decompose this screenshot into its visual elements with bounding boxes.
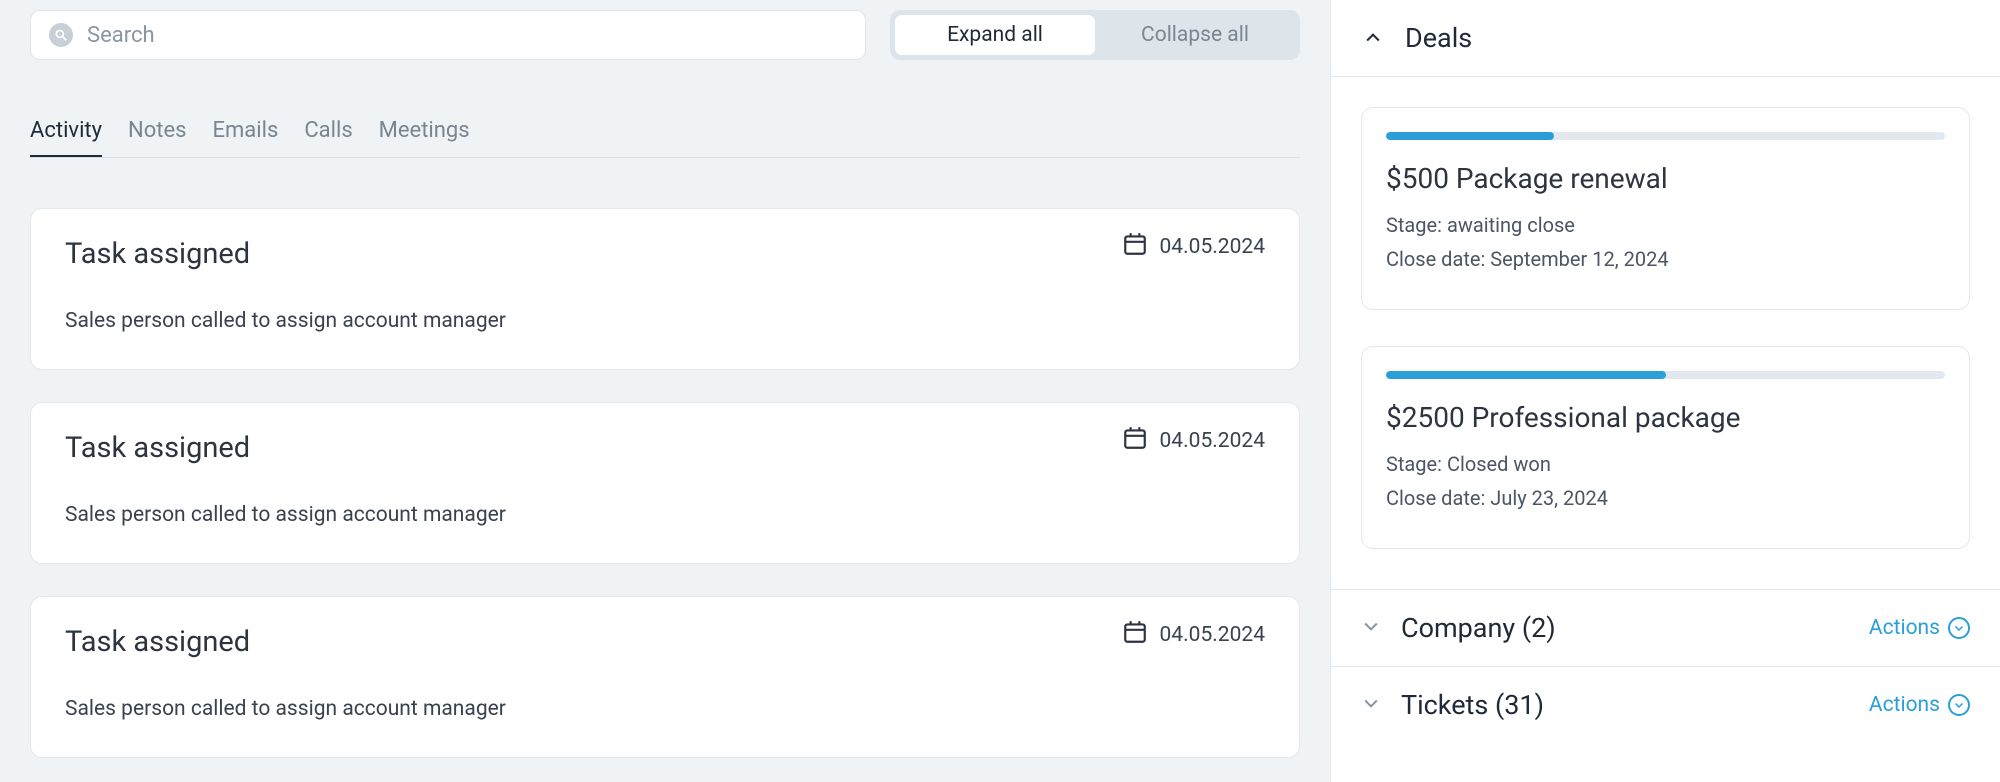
search-icon — [49, 23, 73, 47]
deal-title: $500 Package renewal — [1386, 162, 1945, 195]
activity-date: 04.05.2024 — [1122, 619, 1266, 651]
chevron-down-circle-icon — [1948, 694, 1970, 716]
tab-emails[interactable]: Emails — [213, 118, 279, 157]
deal-progress-fill — [1386, 371, 1666, 379]
chevron-down-icon — [1361, 693, 1381, 717]
activity-date-text: 04.05.2024 — [1160, 429, 1266, 453]
activity-title: Task assigned — [65, 625, 250, 659]
activity-header: Task assigned 04.05.2024 — [65, 431, 1265, 465]
tickets-title: Tickets (31) — [1401, 689, 1849, 721]
company-title: Company (2) — [1401, 612, 1849, 644]
activity-header: Task assigned 04.05.2024 — [65, 237, 1265, 271]
deal-stage: Stage: awaiting close — [1386, 213, 1945, 237]
tab-notes[interactable]: Notes — [128, 118, 186, 157]
search-container[interactable] — [30, 10, 866, 60]
expand-collapse-toggle: Expand all Collapse all — [890, 10, 1300, 60]
company-actions-button[interactable]: Actions — [1869, 616, 1970, 640]
company-section-header[interactable]: Company (2) Actions — [1331, 589, 2000, 666]
activity-card[interactable]: Task assigned 04.05.2024 Sales person ca… — [30, 596, 1300, 758]
calendar-icon — [1122, 231, 1148, 263]
actions-label: Actions — [1869, 616, 1940, 640]
tab-calls[interactable]: Calls — [304, 118, 352, 157]
activity-list: Task assigned 04.05.2024 Sales person ca… — [30, 208, 1300, 758]
activity-body: Sales person called to assign account ma… — [65, 503, 1265, 527]
activity-date: 04.05.2024 — [1122, 425, 1266, 457]
collapse-all-button[interactable]: Collapse all — [1095, 15, 1295, 55]
deals-title: Deals — [1405, 22, 1970, 54]
activity-date-text: 04.05.2024 — [1160, 235, 1266, 259]
tab-row: Activity Notes Emails Calls Meetings — [30, 118, 1300, 158]
chevron-down-icon — [1361, 616, 1381, 640]
calendar-icon — [1122, 425, 1148, 457]
calendar-icon — [1122, 619, 1148, 651]
activity-card[interactable]: Task assigned 04.05.2024 Sales person ca… — [30, 208, 1300, 370]
deal-progress — [1386, 132, 1945, 140]
activity-body: Sales person called to assign account ma… — [65, 697, 1265, 721]
deal-title: $2500 Professional package — [1386, 401, 1945, 434]
activity-date-text: 04.05.2024 — [1160, 623, 1266, 647]
deal-close-date: Close date: September 12, 2024 — [1386, 247, 1945, 271]
deal-card[interactable]: $2500 Professional package Stage: Closed… — [1361, 346, 1970, 549]
deal-card[interactable]: $500 Package renewal Stage: awaiting clo… — [1361, 107, 1970, 310]
deal-progress-fill — [1386, 132, 1554, 140]
search-input[interactable] — [87, 23, 847, 48]
activity-body: Sales person called to assign account ma… — [65, 309, 1265, 333]
actions-label: Actions — [1869, 693, 1940, 717]
tab-activity[interactable]: Activity — [30, 118, 102, 157]
activity-card[interactable]: Task assigned 04.05.2024 Sales person ca… — [30, 402, 1300, 564]
top-controls: Expand all Collapse all — [30, 10, 1300, 60]
tickets-actions-button[interactable]: Actions — [1869, 693, 1970, 717]
deals-body: $500 Package renewal Stage: awaiting clo… — [1331, 77, 2000, 589]
side-panel: Deals $500 Package renewal Stage: awaiti… — [1330, 0, 2000, 782]
activity-header: Task assigned 04.05.2024 — [65, 625, 1265, 659]
activity-title: Task assigned — [65, 237, 250, 271]
activity-title: Task assigned — [65, 431, 250, 465]
deal-close-date: Close date: July 23, 2024 — [1386, 486, 1945, 510]
chevron-up-icon — [1361, 26, 1385, 50]
activity-date: 04.05.2024 — [1122, 231, 1266, 263]
tab-meetings[interactable]: Meetings — [379, 118, 470, 157]
main-panel: Expand all Collapse all Activity Notes E… — [0, 0, 1330, 782]
deals-section-header[interactable]: Deals — [1331, 0, 2000, 77]
chevron-down-circle-icon — [1948, 617, 1970, 639]
tickets-section-header[interactable]: Tickets (31) Actions — [1331, 666, 2000, 743]
deal-progress — [1386, 371, 1945, 379]
expand-all-button[interactable]: Expand all — [895, 15, 1095, 55]
deal-stage: Stage: Closed won — [1386, 452, 1945, 476]
